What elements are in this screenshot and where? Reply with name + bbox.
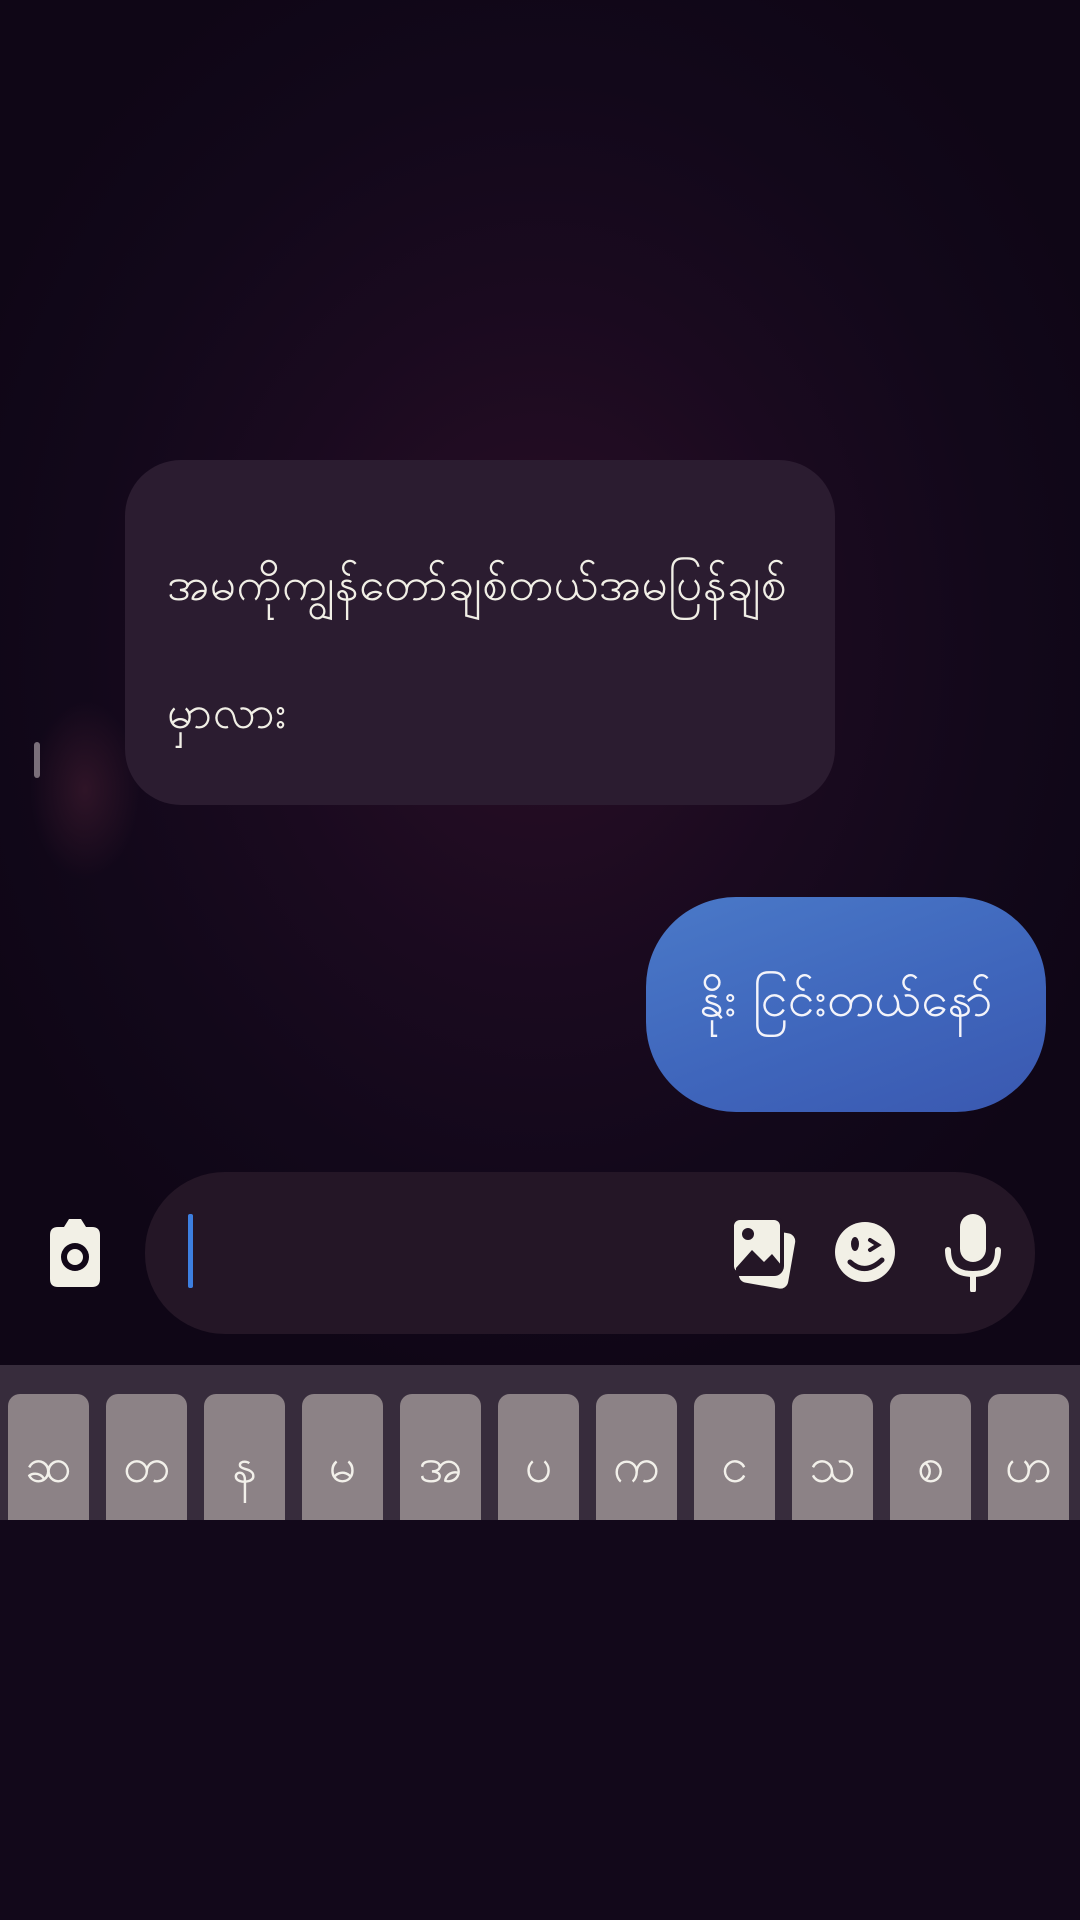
- key[interactable]: ဟ: [988, 1394, 1069, 1520]
- key[interactable]: န: [204, 1394, 285, 1520]
- avatar-edge: [34, 742, 40, 778]
- sender-avatar: [30, 700, 140, 880]
- gallery-button[interactable]: [728, 1212, 798, 1292]
- keyboard: ဆ တ န မ အ ပ က င သ စ ဟ: [0, 1365, 1080, 1520]
- camera-icon: [50, 1219, 100, 1287]
- key[interactable]: တ: [106, 1394, 187, 1520]
- incoming-message-text: အမကိုကျွန်တော်ချစ်တယ်အမပြန်ချစ်မှာလား: [167, 557, 788, 739]
- key[interactable]: င: [694, 1394, 775, 1520]
- key[interactable]: စ: [890, 1394, 971, 1520]
- key[interactable]: ပ: [498, 1394, 579, 1520]
- key[interactable]: မ: [302, 1394, 383, 1520]
- incoming-message-bubble[interactable]: အမကိုကျွန်တော်ချစ်တယ်အမပြန်ချစ်မှာလား: [125, 460, 835, 805]
- key[interactable]: အ: [400, 1394, 481, 1520]
- camera-button[interactable]: [42, 1213, 108, 1291]
- key[interactable]: သ: [792, 1394, 873, 1520]
- chat-screen: အမကိုကျွန်တော်ချစ်တယ်အမပြန်ချစ်မှာလား နိ…: [0, 0, 1080, 1920]
- key[interactable]: က: [596, 1394, 677, 1520]
- key[interactable]: ဆ: [8, 1394, 89, 1520]
- outgoing-message-text: နိုး ငြင်းတယ်နော်: [699, 971, 993, 1028]
- outgoing-message-bubble[interactable]: နိုး ငြင်းတယ်နော်: [646, 897, 1046, 1112]
- voice-button[interactable]: [938, 1212, 1008, 1293]
- keyboard-row: ဆ တ န မ အ ပ က င သ စ ဟ: [8, 1394, 1080, 1520]
- emoji-button[interactable]: [832, 1212, 902, 1292]
- emoji-icon: [835, 1222, 895, 1282]
- microphone-icon: [945, 1214, 1001, 1293]
- bottom-background: [0, 1520, 1080, 1920]
- text-cursor: [188, 1214, 193, 1288]
- gallery-icon: [730, 1216, 796, 1289]
